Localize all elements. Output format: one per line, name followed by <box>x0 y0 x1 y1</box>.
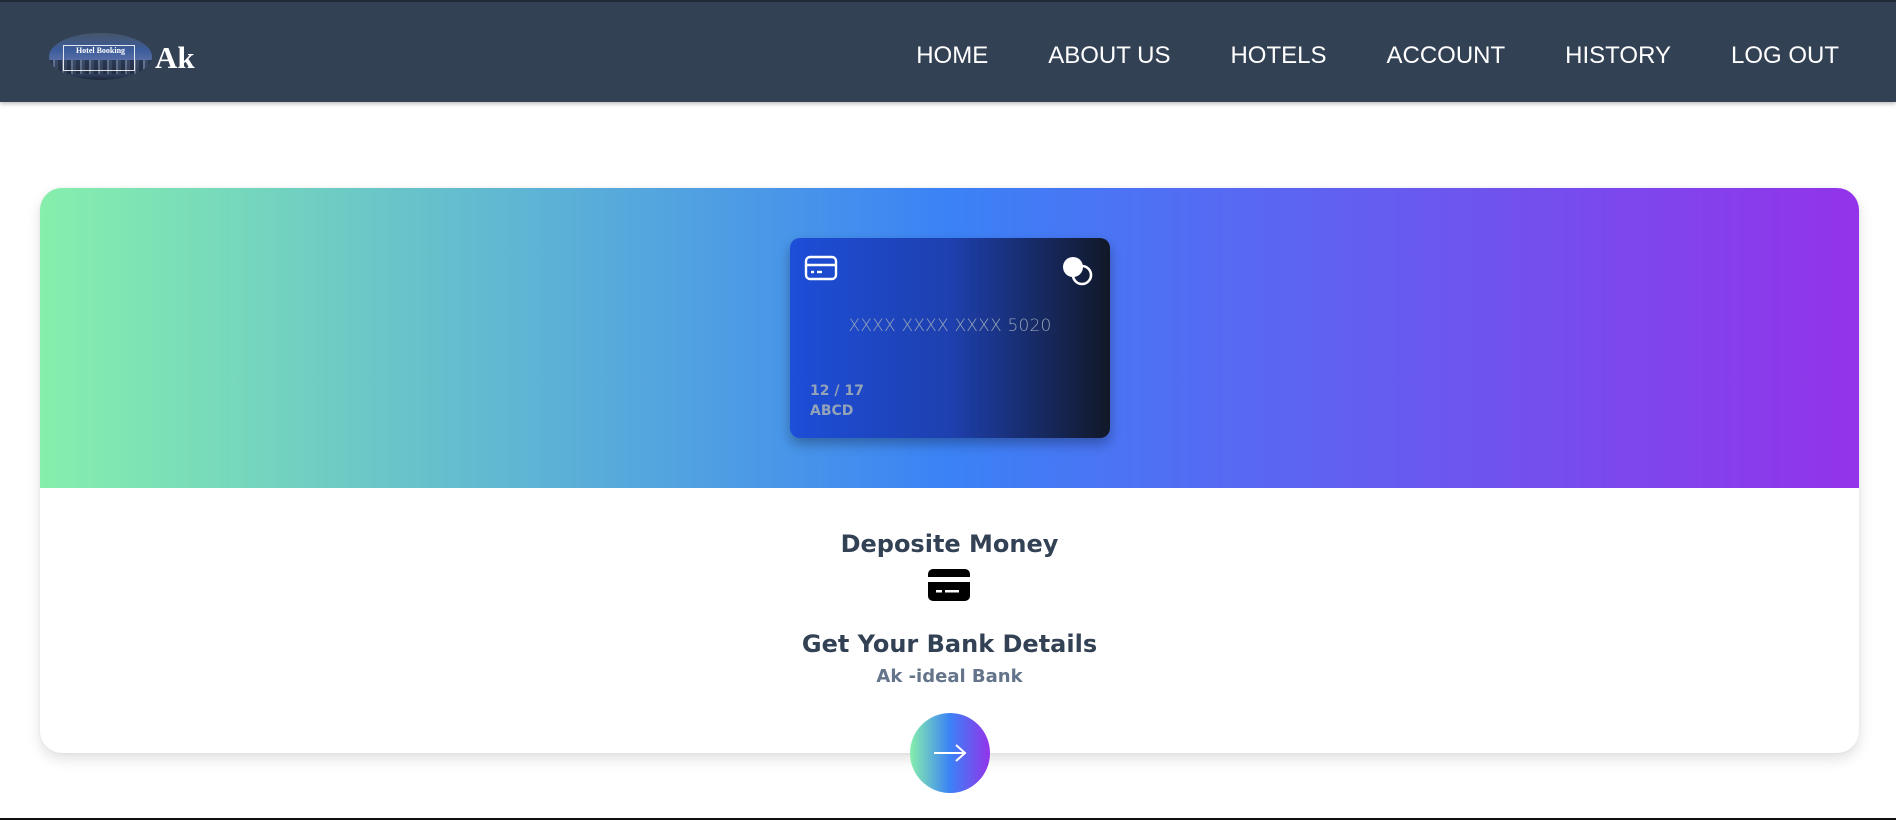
nav-hotels[interactable]: HOTELS <box>1230 40 1326 72</box>
credit-card-solid-icon <box>928 569 970 601</box>
bank-details-title: Get Your Bank Details <box>801 630 1098 658</box>
arrow-right-icon <box>934 744 967 762</box>
brand-name[interactable]: Ak <box>155 38 195 78</box>
deposit-panel: XXXX XXXX XXXX 5020 12 / 17 ABCD Deposit… <box>40 188 1859 793</box>
card-holder: ABCD <box>810 403 854 419</box>
next-button[interactable] <box>910 713 990 793</box>
bank-name: Ak -ideal Bank <box>876 666 1023 687</box>
nav-account[interactable]: ACCOUNT <box>1387 40 1506 72</box>
navbar: Hotel Booking Ak HOME ABOUT US HOTELS AC… <box>0 2 1896 102</box>
hotel-booking-logo[interactable]: Hotel Booking <box>49 33 152 80</box>
main-nav: HOME ABOUT US HOTELS ACCOUNT HISTORY LOG… <box>856 40 1839 72</box>
nav-about-us[interactable]: ABOUT US <box>1048 40 1170 72</box>
nav-home[interactable]: HOME <box>916 40 988 72</box>
credit-card: XXXX XXXX XXXX 5020 12 / 17 ABCD <box>790 238 1110 438</box>
deposit-title: Deposite Money <box>840 530 1059 558</box>
credit-card-outline-icon <box>804 255 838 281</box>
gradient-hero: XXXX XXXX XXXX 5020 12 / 17 ABCD <box>40 188 1859 488</box>
nav-log-out[interactable]: LOG OUT <box>1731 40 1839 72</box>
logo-text: Hotel Booking <box>75 46 126 55</box>
toggle-circles-icon <box>1063 257 1093 286</box>
card-expiry: 12 / 17 <box>810 383 864 399</box>
card-number: XXXX XXXX XXXX 5020 <box>848 316 1052 336</box>
nav-history[interactable]: HISTORY <box>1565 40 1671 72</box>
